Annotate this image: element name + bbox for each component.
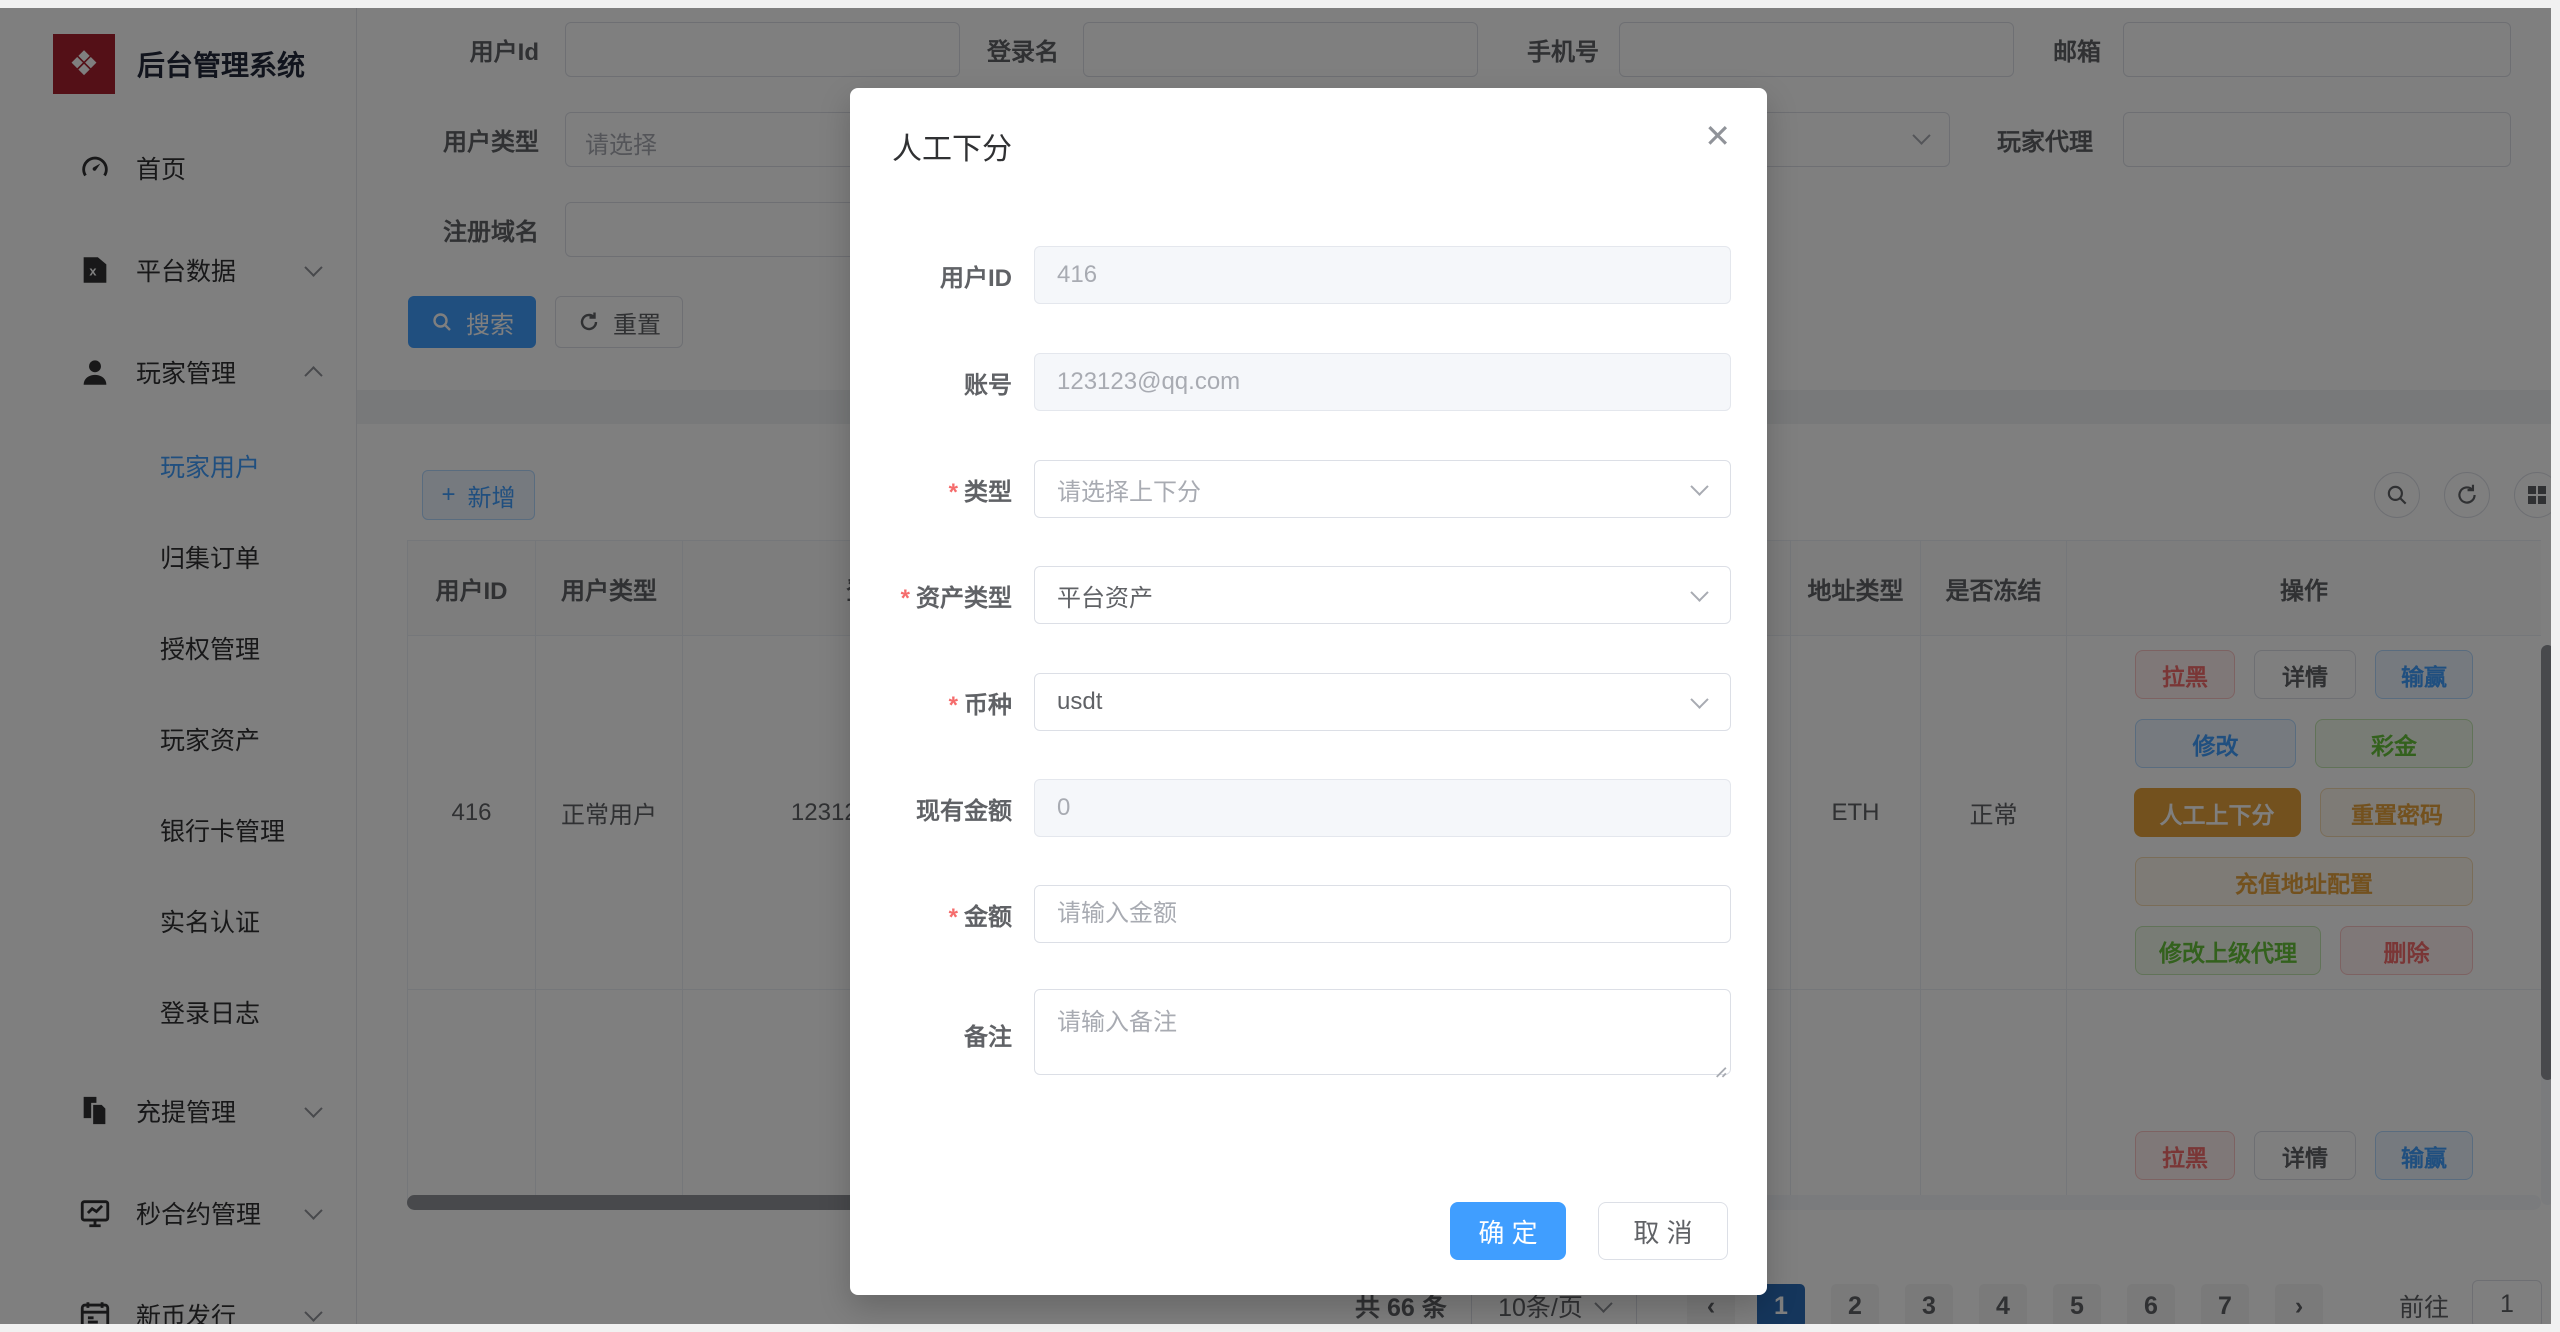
required-asterisk: * [948, 691, 958, 719]
account-field [1034, 353, 1731, 411]
chevron-down-icon [1690, 476, 1709, 496]
user-id-label: 用户ID [940, 264, 1012, 292]
window-scrollbar[interactable] [2551, 0, 2560, 1332]
confirm-button[interactable]: 确 定 [1450, 1202, 1566, 1260]
required-asterisk: * [900, 584, 910, 612]
admin-page: ❖ 后台管理系统 首页 x 平台数据 玩家管理 [0, 0, 2560, 1332]
account-label: 账号 [964, 371, 1012, 399]
remark-label: 备注 [964, 1023, 1012, 1051]
required-asterisk: * [948, 478, 958, 506]
asset-type-label: * 资产类型 [900, 584, 1012, 612]
user-id-field [1034, 246, 1731, 304]
chevron-down-icon [1690, 689, 1709, 709]
type-select[interactable]: 请选择上下分 [1034, 460, 1731, 518]
asset-type-select[interactable]: 平台资产 [1034, 566, 1731, 624]
currency-label: * 币种 [948, 691, 1012, 719]
window-edge-top [0, 0, 2560, 8]
balance-label: 现有金额 [916, 797, 1012, 825]
manual-score-dialog: 人工下分 ✕ 用户ID 账号 *类型 请选择上下分 *资产类型 平台资产 [850, 88, 1767, 1295]
close-icon[interactable]: ✕ [1704, 120, 1731, 152]
balance-field [1034, 779, 1731, 837]
cancel-button[interactable]: 取 消 [1598, 1202, 1728, 1260]
window-edge-bottom [0, 1324, 2560, 1332]
type-label: * 类型 [948, 478, 1012, 506]
resize-grip-icon[interactable] [1711, 1062, 1727, 1078]
required-asterisk: * [948, 903, 958, 931]
dialog-title: 人工下分 [892, 133, 1012, 166]
amount-label: * 金额 [948, 903, 1012, 931]
chevron-down-icon [1690, 582, 1709, 602]
amount-field[interactable] [1034, 885, 1731, 943]
currency-select[interactable]: usdt [1034, 673, 1731, 731]
remark-field[interactable] [1034, 988, 1731, 1075]
